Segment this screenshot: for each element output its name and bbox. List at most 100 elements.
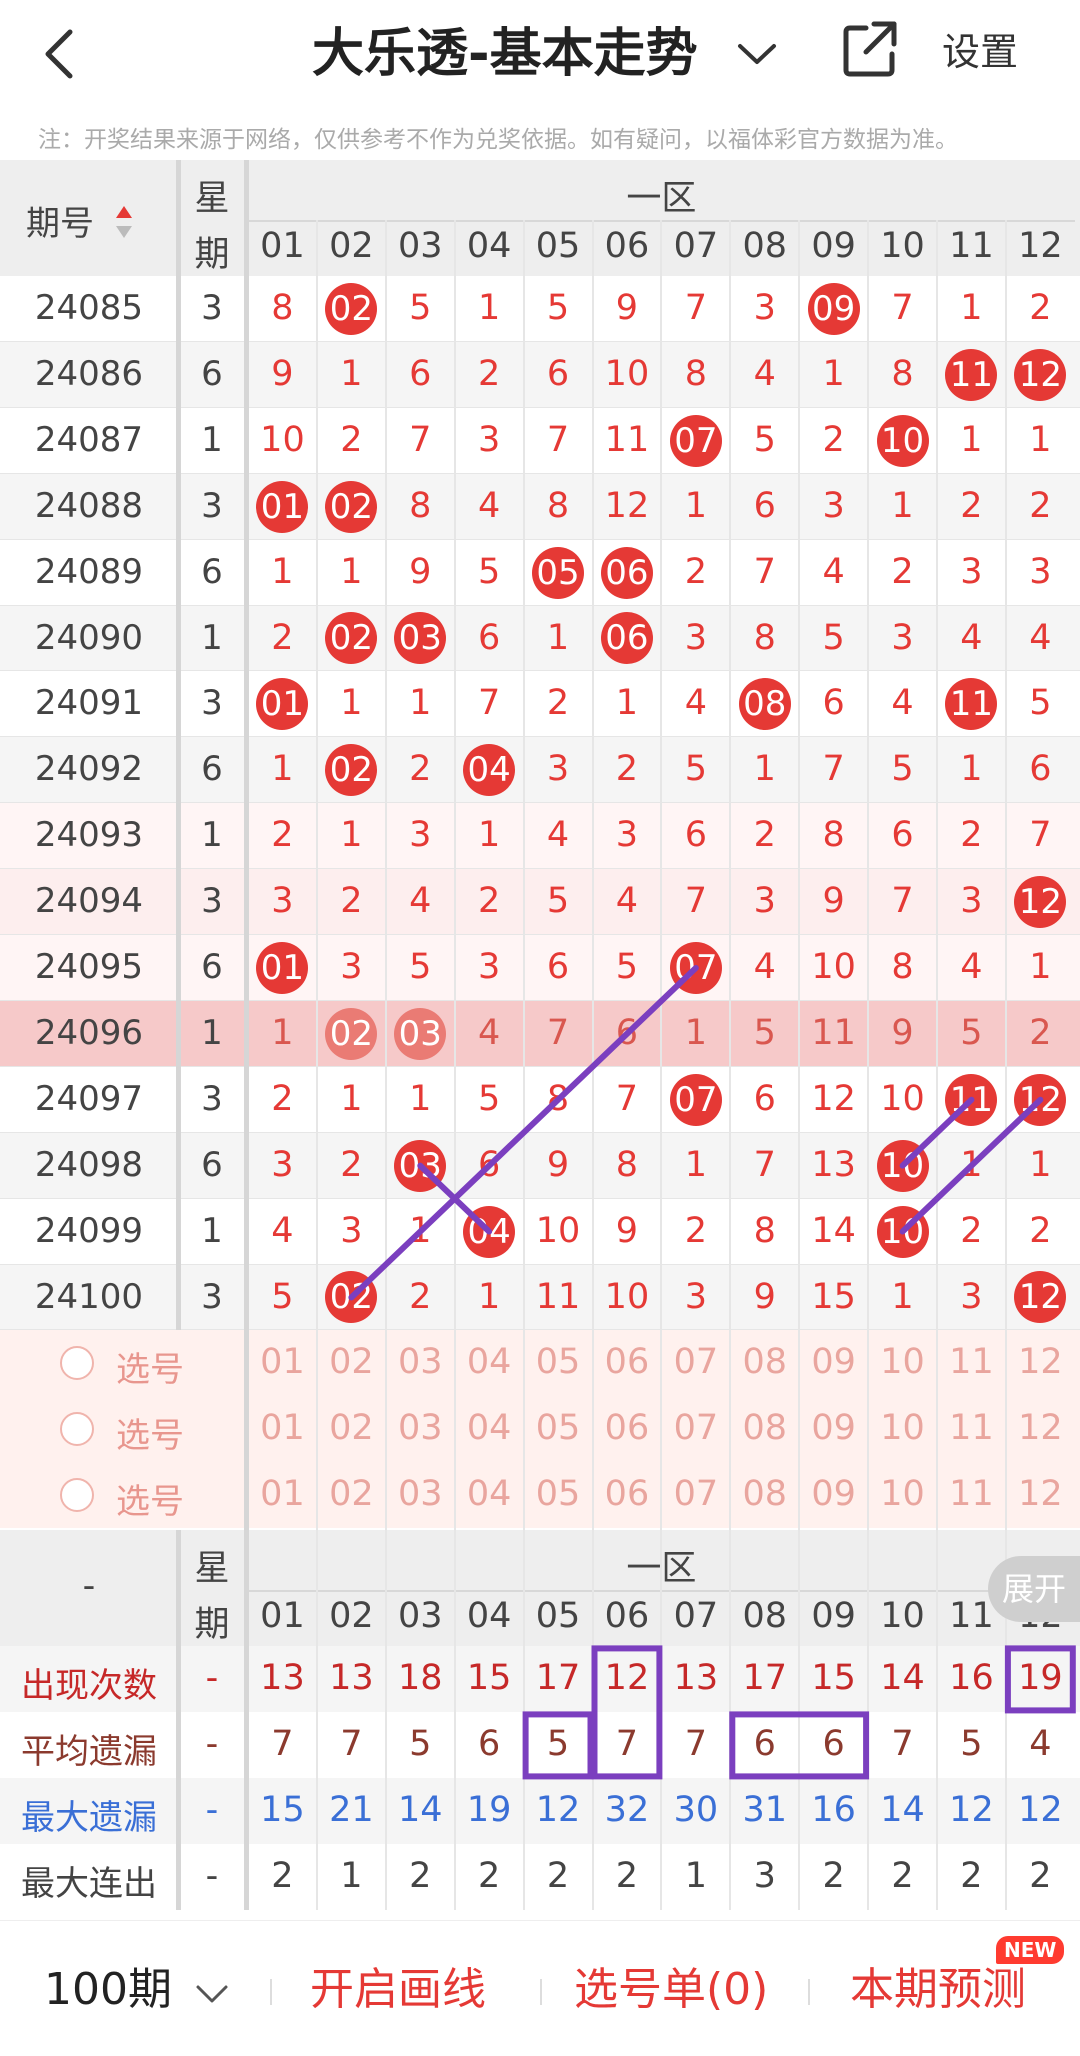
pick-number[interactable]: 09 <box>799 1408 868 1448</box>
column-divider <box>522 220 525 1911</box>
pick-number[interactable]: 01 <box>248 1342 317 1382</box>
pick-number[interactable]: 10 <box>868 1408 937 1448</box>
week-header-bottom: 期 <box>194 235 230 275</box>
omission-value: 12 <box>811 1078 856 1119</box>
pick-number[interactable]: 12 <box>1006 1408 1075 1448</box>
column-header: 04 <box>466 1596 512 1637</box>
pick-number[interactable]: 04 <box>455 1474 524 1514</box>
omission-value: 6 <box>1029 749 1052 790</box>
pick-number[interactable]: 02 <box>317 1408 386 1448</box>
omission-value: 5 <box>477 1078 501 1119</box>
chevron-down-icon[interactable] <box>734 30 780 76</box>
dash: - <box>82 1566 96 1607</box>
draw-line-button[interactable]: 开启画线 <box>310 1955 486 2025</box>
pick-number[interactable]: 05 <box>524 1408 593 1448</box>
pick-number[interactable]: 09 <box>799 1474 868 1514</box>
pick-number[interactable]: 06 <box>593 1408 662 1448</box>
pick-number[interactable]: 06 <box>593 1474 662 1514</box>
omission-value: 4 <box>822 551 845 592</box>
omission-value: 4 <box>960 617 983 658</box>
column-header: 07 <box>673 226 719 266</box>
pick-number[interactable]: 07 <box>661 1342 730 1382</box>
issue-number: 24091 <box>34 683 144 724</box>
pick-number[interactable]: 04 <box>455 1342 524 1382</box>
chevron-down-icon[interactable] <box>194 1979 230 2007</box>
settings-button[interactable]: 设置 <box>942 24 1018 80</box>
stats-value: 12 <box>949 1790 994 1831</box>
omission-value: 3 <box>477 947 501 987</box>
stats-value: 13 <box>260 1658 305 1699</box>
stats-value: 2 <box>271 1856 294 1897</box>
omission-value: 9 <box>409 551 432 592</box>
pick-number[interactable]: 12 <box>1006 1342 1075 1382</box>
omission-value: 2 <box>477 881 501 922</box>
pick-number[interactable]: 03 <box>386 1408 455 1448</box>
pick-number[interactable]: 03 <box>386 1342 455 1382</box>
pick-number[interactable]: 01 <box>248 1474 317 1514</box>
pick-number[interactable]: 02 <box>317 1474 386 1514</box>
column-header: 10 <box>880 1596 925 1637</box>
pick-number[interactable]: 11 <box>937 1408 1006 1448</box>
pick-number[interactable]: 09 <box>799 1342 868 1382</box>
weekday: 1 <box>201 1210 223 1251</box>
pick-number[interactable]: 07 <box>661 1408 730 1448</box>
pick-number[interactable]: 04 <box>455 1408 524 1448</box>
winning-number: 03 <box>394 1139 447 1192</box>
pick-number[interactable]: 06 <box>593 1342 662 1382</box>
omission-value: 10 <box>811 947 856 987</box>
omission-value: 1 <box>615 683 639 724</box>
pick-number[interactable]: 08 <box>730 1408 799 1448</box>
omission-value: 3 <box>684 617 707 658</box>
divider <box>808 1979 810 2005</box>
chevron-left-icon[interactable] <box>40 24 80 84</box>
pick-number[interactable]: 02 <box>317 1342 386 1382</box>
pick-number[interactable]: 11 <box>937 1474 1006 1514</box>
stats-value: 2 <box>960 1856 983 1897</box>
omission-value: 10 <box>604 1276 650 1317</box>
stats-value: 13 <box>329 1658 374 1699</box>
issue-number: 24086 <box>34 353 144 394</box>
stats-value: 18 <box>397 1658 443 1699</box>
omission-value: 1 <box>960 1144 983 1185</box>
expand-button[interactable]: 展开 <box>988 1556 1080 1622</box>
omission-value: 1 <box>340 551 363 592</box>
pick-number[interactable]: 08 <box>730 1342 799 1382</box>
omission-value: 3 <box>822 485 845 526</box>
pick-number[interactable]: 05 <box>524 1474 593 1514</box>
column-divider <box>384 220 387 1911</box>
issue-number: 24092 <box>34 749 144 790</box>
pick-list-button[interactable]: 选号单(0) <box>574 1955 768 2025</box>
period-selector[interactable]: 100期 <box>44 1955 172 2025</box>
pick-number[interactable]: 08 <box>730 1474 799 1514</box>
page-title[interactable]: 大乐透-基本走势 <box>312 14 698 94</box>
pick-label[interactable]: 选号 <box>116 1408 184 1457</box>
issue-header[interactable]: 期号 <box>0 196 120 245</box>
predict-button[interactable]: 本期预测 <box>850 1955 1026 2025</box>
pick-number[interactable]: 01 <box>248 1408 317 1448</box>
pick-number[interactable]: 10 <box>868 1474 937 1514</box>
pick-label[interactable]: 选号 <box>116 1342 184 1391</box>
omission-value: 15 <box>811 1276 856 1317</box>
omission-value: 3 <box>340 947 363 987</box>
omission-value: 8 <box>891 947 914 987</box>
pick-number[interactable]: 12 <box>1006 1474 1075 1514</box>
omission-value: 5 <box>753 1012 776 1053</box>
weekday: 3 <box>201 881 223 922</box>
pick-number[interactable]: 05 <box>524 1342 593 1382</box>
sort-icon[interactable] <box>114 204 134 240</box>
pick-number[interactable]: 10 <box>868 1342 937 1382</box>
share-external-icon[interactable] <box>840 18 900 80</box>
omission-value: 11 <box>811 1012 856 1053</box>
winning-number: 10 <box>876 414 929 467</box>
column-header: 05 <box>535 1596 581 1637</box>
pick-number[interactable]: 07 <box>661 1474 730 1514</box>
omission-value: 5 <box>546 881 570 922</box>
omission-value: 1 <box>891 1276 914 1317</box>
column-divider <box>1004 220 1007 1911</box>
stats-value: 14 <box>880 1790 925 1831</box>
pick-number[interactable]: 11 <box>937 1342 1006 1382</box>
pick-number[interactable]: 03 <box>386 1474 455 1514</box>
stats-value: 21 <box>329 1790 374 1831</box>
winning-number: 12 <box>1014 1271 1067 1324</box>
pick-label[interactable]: 选号 <box>116 1474 184 1523</box>
